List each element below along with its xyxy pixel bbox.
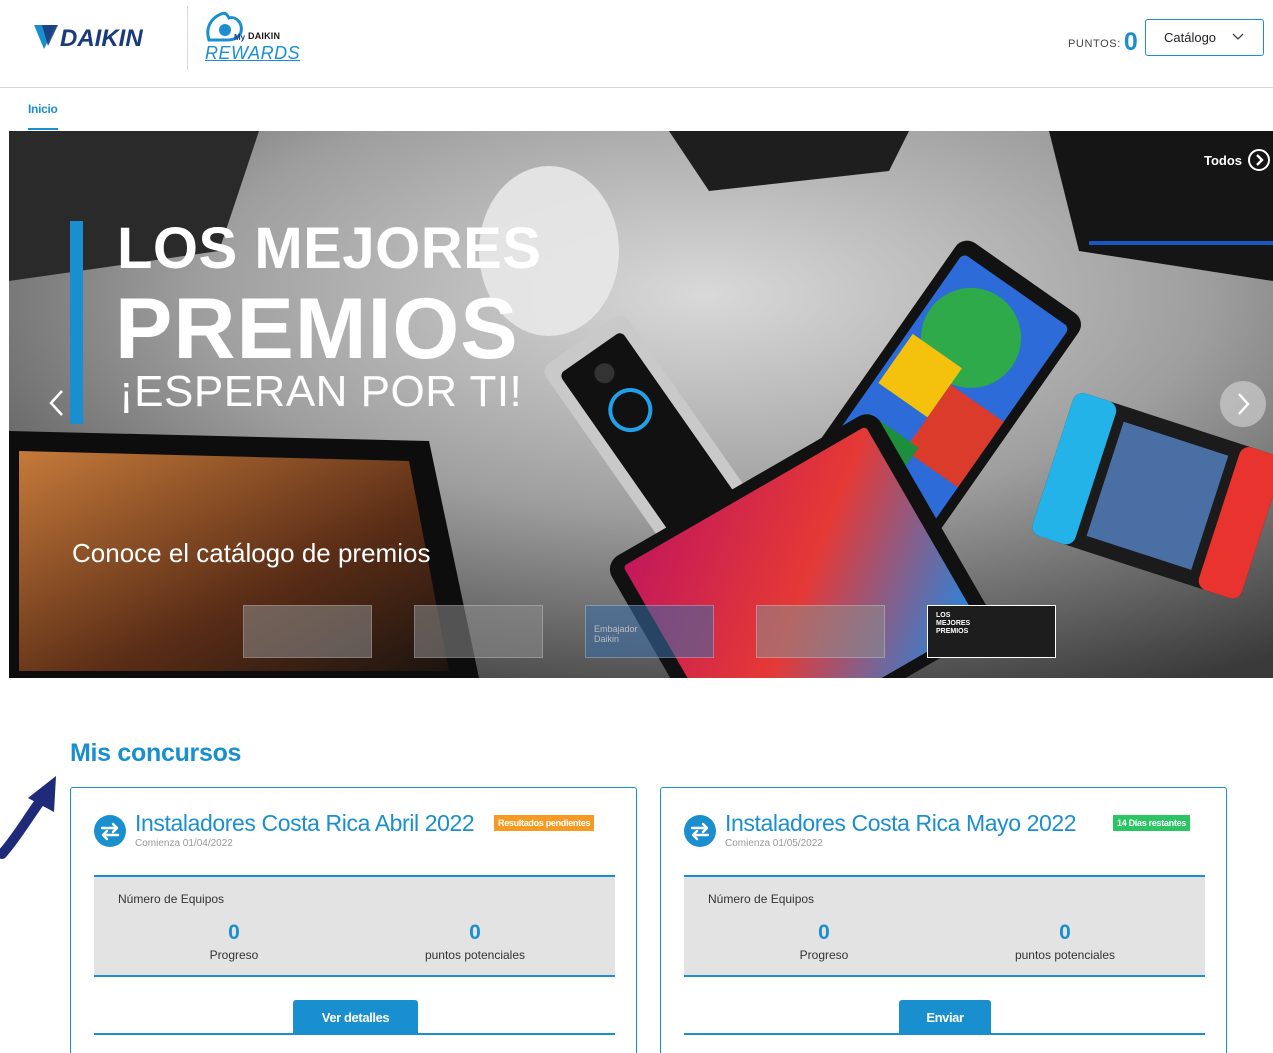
stats-label: Número de Equipos	[118, 892, 225, 906]
status-badge: 14 Días restantes	[1113, 815, 1190, 831]
headline-accent-bar	[70, 221, 83, 424]
carousel-thumb-2[interactable]	[414, 605, 543, 658]
header: DAIKIN My DAIKIN REWARDS PUNTOS: 0 Catál…	[0, 0, 1273, 88]
page: DAIKIN My DAIKIN REWARDS PUNTOS: 0 Catál…	[0, 0, 1273, 1053]
swap-arrows-icon	[94, 815, 126, 847]
rewards-my: My	[234, 33, 246, 42]
potential-points-stat: 0 puntos potenciales	[965, 921, 1165, 962]
progress-stat: 0 Progreso	[724, 921, 924, 962]
rewards-text: REWARDS	[205, 43, 301, 63]
card-divider	[94, 1033, 615, 1035]
stats-label: Número de Equipos	[708, 892, 815, 906]
contest-date: Comienza 01/05/2022	[725, 838, 823, 849]
banner-headline-1: LOS MEJORES	[117, 216, 542, 281]
daikin-logo[interactable]: DAIKIN	[32, 22, 174, 52]
daikin-wordmark: DAIKIN	[60, 25, 143, 52]
progress-label: Progreso	[209, 948, 259, 962]
progress-value: 0	[818, 921, 830, 944]
rewards-logo[interactable]: My DAIKIN REWARDS	[198, 8, 301, 64]
submit-button[interactable]: Enviar	[899, 1000, 991, 1034]
carousel-thumb-3[interactable]: Embajador Daikin	[585, 605, 714, 658]
thumb-caption: Embajador Daikin	[594, 624, 638, 644]
progress-label: Progreso	[799, 948, 849, 962]
logo-divider	[187, 6, 188, 70]
carousel-thumbnails: Embajador Daikin LOS MEJORES PREMIOS	[243, 605, 1056, 658]
carousel-thumb-1[interactable]	[243, 605, 372, 658]
chevron-right-icon	[1238, 393, 1250, 415]
carousel-thumb-5[interactable]: LOS MEJORES PREMIOS	[927, 605, 1056, 658]
view-details-button[interactable]: Ver detalles	[293, 1000, 418, 1034]
carousel-thumb-4[interactable]	[756, 605, 885, 658]
status-badge: Resultados pendientes	[494, 815, 595, 831]
catalog-dropdown[interactable]: Catálogo	[1145, 19, 1264, 56]
tab-inicio[interactable]: Inicio	[28, 102, 58, 130]
potential-points-label: puntos potenciales	[1014, 948, 1116, 962]
points-display: PUNTOS: 0	[1068, 24, 1138, 56]
hero-carousel[interactable]: LOS MEJORES PREMIOS ¡ESPERAN POR TI! Con…	[9, 131, 1273, 678]
banner-headline-3: ¡ESPERAN POR TI!	[119, 367, 523, 416]
contest-date: Comienza 01/04/2022	[135, 838, 233, 849]
contest-stats: Número de Equipos 0 Progreso 0 puntos po…	[684, 875, 1205, 977]
chevron-down-icon	[1232, 33, 1244, 40]
banner-headline-2: PREMIOS	[115, 281, 519, 377]
main-nav: Inicio	[28, 100, 58, 130]
potential-points-value: 0	[469, 921, 481, 944]
contest-card: Instaladores Costa Rica Abril 2022 Comie…	[70, 787, 637, 1053]
thumb-caption: LOS MEJORES PREMIOS	[936, 612, 971, 635]
contest-title[interactable]: Instaladores Costa Rica Abril 2022	[135, 810, 475, 837]
section-title: Mis concursos	[70, 739, 242, 767]
annotation-arrow	[0, 776, 56, 859]
contest-title[interactable]: Instaladores Costa Rica Mayo 2022	[725, 810, 1077, 837]
catalog-label: Catálogo	[1164, 30, 1217, 45]
todos-link[interactable]: Todos	[1204, 148, 1271, 172]
points-label: PUNTOS:	[1068, 38, 1121, 50]
chevron-right-circle-icon	[1248, 149, 1270, 171]
swap-arrows-icon	[684, 815, 716, 847]
potential-points-stat: 0 puntos potenciales	[375, 921, 575, 962]
contest-card: Instaladores Costa Rica Mayo 2022 Comien…	[660, 787, 1227, 1053]
points-value: 0	[1123, 28, 1138, 56]
card-divider	[684, 1033, 1205, 1035]
chevron-left-icon[interactable]	[45, 385, 67, 421]
potential-points-label: puntos potenciales	[424, 948, 526, 962]
banner-subtitle[interactable]: Conoce el catálogo de premios	[72, 538, 430, 569]
contest-stats: Número de Equipos 0 Progreso 0 puntos po…	[94, 875, 615, 977]
progress-stat: 0 Progreso	[134, 921, 334, 962]
todos-label: Todos	[1203, 152, 1242, 168]
next-slide-button[interactable]	[1220, 381, 1266, 427]
rewards-daikin: DAIKIN	[248, 31, 281, 41]
potential-points-value: 0	[1059, 921, 1071, 944]
progress-value: 0	[228, 921, 240, 944]
